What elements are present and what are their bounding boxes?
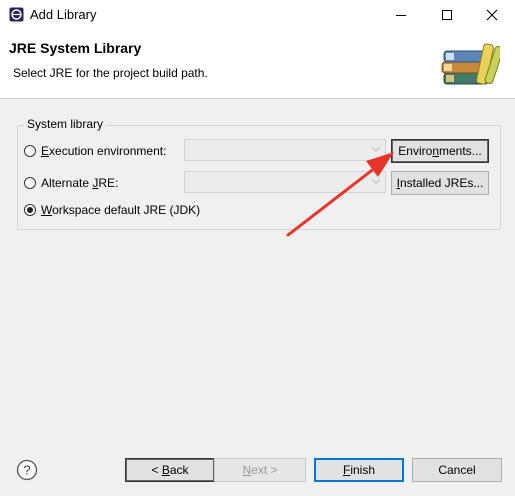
eclipse-app-icon [9, 7, 24, 22]
close-icon[interactable] [469, 0, 515, 30]
chevron-down-icon [371, 178, 381, 184]
execution-environment-label: Execution environment: [41, 144, 167, 158]
environments-button[interactable]: Environments... [391, 139, 489, 163]
wizard-header: JRE System Library Select JRE for the pr… [0, 30, 515, 99]
chevron-down-icon [371, 146, 381, 152]
cancel-button[interactable]: Cancel [412, 458, 502, 482]
alternate-jre-combo [184, 171, 386, 193]
radio-button-selected[interactable] [24, 204, 36, 216]
radio-button[interactable] [24, 177, 36, 189]
library-books-icon [441, 43, 500, 85]
minimize-icon[interactable] [378, 0, 424, 30]
system-library-group-label: System library [24, 117, 107, 131]
installed-jres-button[interactable]: Installed JREs... [391, 171, 489, 195]
page-description: Select JRE for the project build path. [13, 66, 208, 80]
help-icon[interactable]: ? [16, 459, 38, 481]
workspace-default-jre-label: Workspace default JRE (JDK) [41, 203, 201, 217]
svg-text:?: ? [23, 463, 30, 478]
radio-button[interactable] [24, 145, 36, 157]
alternate-jre-label: Alternate JRE: [41, 176, 119, 190]
next-button: Next > [214, 458, 306, 482]
finish-button[interactable]: Finish [314, 458, 404, 482]
window-title: Add Library [30, 7, 97, 22]
title-bar: Add Library [0, 0, 515, 30]
maximize-icon[interactable] [424, 0, 470, 30]
execution-environment-combo [184, 139, 386, 161]
back-button[interactable]: < Back [125, 458, 215, 482]
page-title: JRE System Library [9, 40, 142, 56]
